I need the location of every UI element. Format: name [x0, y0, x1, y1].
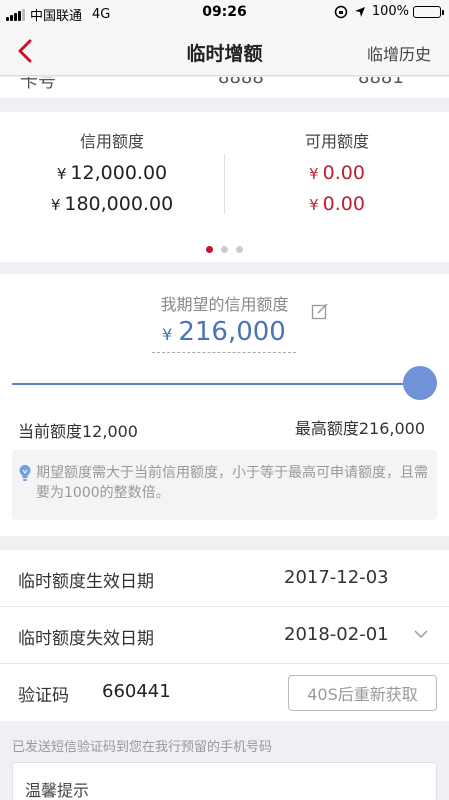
scrolled-info-row: 卡号 8888 8881 [0, 77, 449, 98]
page-indicator[interactable] [0, 238, 449, 257]
verification-code-row: 验证码 660441 40S后重新获取 [0, 664, 449, 721]
expiry-date-row[interactable]: 临时额度失效日期 2018-02-01 [0, 607, 449, 664]
peek-col-3: 8881 [358, 77, 404, 88]
max-limit-text: 最高额度216,000 [294, 419, 425, 438]
effective-date-label: 临时额度生效日期 [18, 572, 154, 592]
date-form: 临时额度生效日期 2017-12-03 临时额度失效日期 2018-02-01 … [0, 550, 449, 721]
lightbulb-icon [19, 465, 31, 481]
limit-tip-text: 期望额度需大于当前信用额度，小于等于最高可申请额度，且需要为1000的整数倍。 [36, 465, 428, 501]
status-right: 100% [334, 4, 444, 19]
tips-title: 温馨提示 [25, 781, 90, 800]
resend-code-button[interactable]: 40S后重新获取 [288, 675, 437, 711]
watermark: 知乎 @崔亚隆 [352, 774, 435, 789]
credit-limit-amount-2: ¥180,000.00 [50, 193, 174, 215]
page-dot[interactable] [236, 246, 243, 253]
credit-limit-amount-1: ¥12,000.00 [56, 162, 168, 184]
chevron-down-icon[interactable] [413, 629, 429, 639]
battery-icon [413, 5, 444, 18]
credit-limit-label: 信用额度 [79, 132, 144, 151]
history-link[interactable]: 临增历史 [367, 41, 431, 65]
verification-code-input[interactable]: 660441 [102, 681, 171, 702]
effective-date-row: 临时额度生效日期 2017-12-03 [0, 550, 449, 607]
peek-col-2: 8888 [218, 77, 264, 88]
available-limit-column: 可用额度 ¥0.00 ¥0.00 [225, 128, 449, 220]
available-amount-2: ¥0.00 [309, 193, 365, 215]
expected-limit-label: 我期望的信用额度 [160, 295, 289, 314]
sms-sent-note: 已发送短信验证码到您在我行预留的手机号码 [12, 740, 273, 755]
available-amount-1: ¥0.00 [309, 162, 365, 184]
expected-limit-card: 我期望的信用额度 ¥216,000 当前额度12,000 最高额度216,000… [0, 274, 449, 536]
available-limit-label: 可用额度 [304, 132, 369, 151]
rotation-lock-icon [334, 5, 348, 18]
verification-code-label: 验证码 [18, 686, 69, 706]
credit-limit-column: 信用额度 ¥12,000.00 ¥180,000.00 [0, 128, 224, 220]
current-limit-text: 当前额度12,000 [18, 422, 138, 441]
location-arrow-icon [354, 6, 365, 17]
limit-slider-handle[interactable] [403, 366, 437, 400]
limit-tip-box: 期望额度需大于当前信用额度，小于等于最高可申请额度，且需要为1000的整数倍。 [12, 450, 437, 520]
peek-col-1: 卡号 [20, 77, 56, 92]
battery-percent: 100% [371, 4, 409, 19]
expected-limit-input[interactable]: ¥216,000 [152, 317, 296, 353]
page-dot[interactable] [206, 246, 213, 253]
edit-icon[interactable] [311, 302, 329, 320]
credit-summary-card[interactable]: 信用额度 ¥12,000.00 ¥180,000.00 可用额度 ¥0.00 ¥… [0, 112, 449, 262]
effective-date-value: 2017-12-03 [284, 567, 389, 588]
limit-slider-track[interactable] [12, 383, 417, 385]
expiry-date-label: 临时额度失效日期 [18, 629, 154, 649]
nav-bar: 临时增额 临增历史 [0, 26, 449, 76]
expiry-date-value[interactable]: 2018-02-01 [284, 624, 389, 645]
status-bar: 中国联通 4G 09:26 100% [0, 0, 449, 26]
page-dot[interactable] [221, 246, 228, 253]
